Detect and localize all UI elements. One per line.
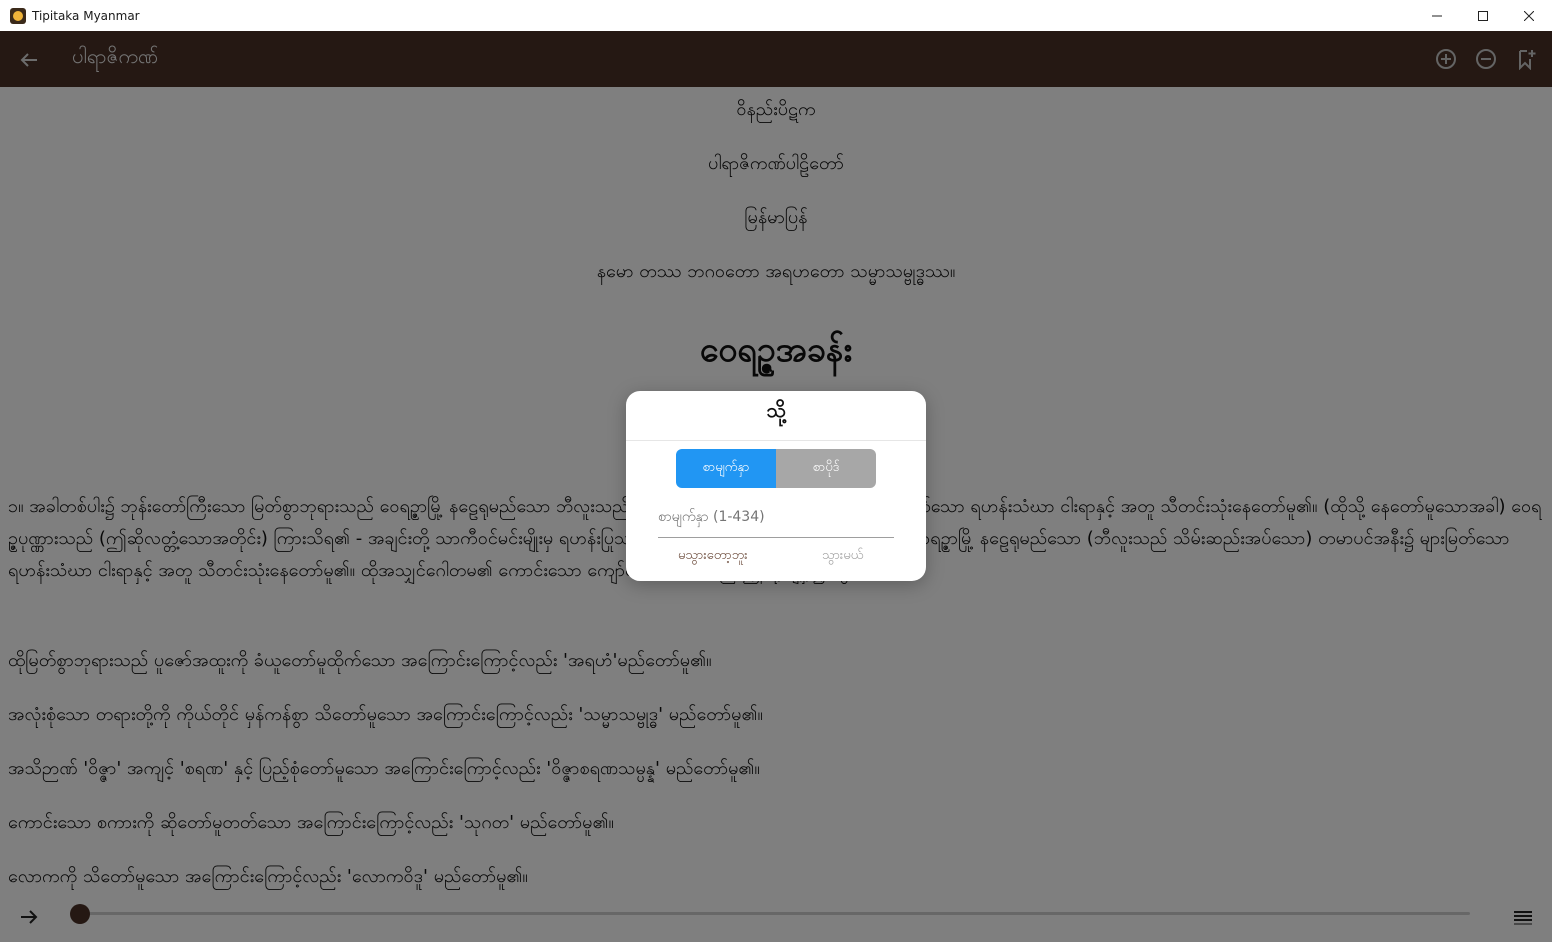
- close-button[interactable]: [1506, 0, 1552, 31]
- segment-paragraph[interactable]: စာပိုဒ်: [776, 449, 876, 488]
- app-logo-icon: [10, 7, 26, 24]
- goto-mode-segment: စာမျက်နှာ စာပိုဒ်: [676, 449, 876, 488]
- maximize-button[interactable]: [1460, 0, 1506, 31]
- segment-page[interactable]: စာမျက်နှာ: [676, 449, 776, 488]
- page-number-input[interactable]: [658, 497, 894, 538]
- dialog-title: သို့: [766, 398, 786, 422]
- app-window: Tipitaka Myanmar ပါရာဇိကဏ်: [0, 0, 1552, 942]
- title-bar: Tipitaka Myanmar: [0, 0, 1552, 32]
- go-button[interactable]: သွားမယ်: [822, 547, 863, 566]
- minimize-icon: [1432, 15, 1442, 16]
- window-controls: [1414, 0, 1552, 31]
- cancel-button[interactable]: မသွားတော့ဘူး: [678, 547, 748, 566]
- goto-dialog: သို့ စာမျက်နှာ စာပိုဒ် မသွားတော့ဘူး သွား…: [626, 391, 926, 581]
- minimize-button[interactable]: [1414, 0, 1460, 31]
- dialog-divider: [626, 440, 926, 441]
- close-icon: [1524, 10, 1534, 21]
- maximize-icon: [1478, 10, 1488, 21]
- window-title: Tipitaka Myanmar: [32, 8, 140, 23]
